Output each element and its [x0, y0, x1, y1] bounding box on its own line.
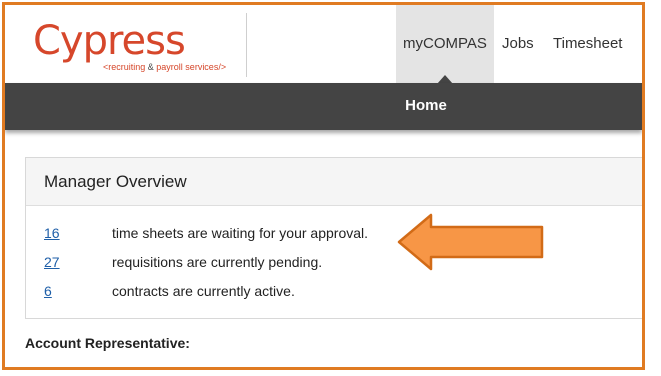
- nav-item-mycompas-label[interactable]: myCOMPAS: [396, 35, 494, 52]
- nav-item-timesheet[interactable]: Timesheet: [553, 35, 622, 52]
- panel-header: Manager Overview: [26, 158, 642, 206]
- requisitions-text: requisitions are currently pending.: [112, 254, 323, 270]
- contracts-text: contracts are currently active.: [112, 283, 295, 299]
- timesheets-count-link[interactable]: 16: [44, 225, 112, 241]
- contracts-count-link[interactable]: 6: [44, 283, 112, 299]
- sub-navigation-bar: [5, 83, 642, 130]
- overview-row-contracts: 6 contracts are currently active.: [44, 283, 295, 299]
- cypress-logo[interactable]: Cypress: [33, 19, 186, 63]
- subnav-item-home[interactable]: Home: [391, 97, 461, 114]
- logo-divider: [246, 13, 247, 77]
- site-header: Cypress <recruiting & payroll services/>…: [5, 5, 642, 84]
- screenshot-frame: Cypress <recruiting & payroll services/>…: [2, 2, 645, 370]
- callout-arrow-icon: [397, 213, 544, 271]
- overview-row-timesheets: 16 time sheets are waiting for your appro…: [44, 225, 368, 241]
- nav-item-jobs[interactable]: Jobs: [502, 35, 534, 52]
- manager-overview-panel: Manager Overview 16 time sheets are waiti…: [25, 157, 642, 319]
- timesheets-text: time sheets are waiting for your approva…: [112, 225, 369, 241]
- account-representative-label: Account Representative:: [25, 335, 190, 351]
- panel-title: Manager Overview: [44, 172, 187, 191]
- logo-tagline: <recruiting & payroll services/>: [103, 62, 227, 72]
- overview-row-requisitions: 27 requisitions are currently pending.: [44, 254, 322, 270]
- requisitions-count-link[interactable]: 27: [44, 254, 112, 270]
